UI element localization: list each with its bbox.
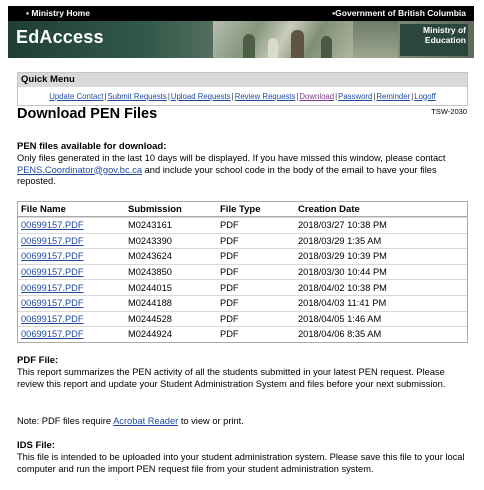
file-type-cell: PDF	[220, 267, 239, 278]
submission-cell: M0243624	[128, 251, 172, 262]
quick-menu-title: Quick Menu	[18, 73, 467, 87]
file-type-cell: PDF	[220, 313, 239, 324]
pdf-file-heading: PDF File:	[17, 355, 59, 366]
file-type-cell: PDF	[220, 220, 239, 231]
menu-separator: |	[296, 91, 299, 101]
table-row: 00699157.PDF M0243390 PDF 2018/03/29 1:3…	[18, 232, 467, 249]
file-download-link[interactable]: 00699157.PDF	[21, 329, 84, 339]
menu-separator: |	[411, 91, 414, 101]
table-row: 00699157.PDF M0243850 PDF 2018/03/30 10:…	[18, 263, 467, 280]
menu-separator: |	[373, 91, 376, 101]
menu-separator: |	[167, 91, 170, 101]
page-title: Download PEN Files	[17, 106, 158, 122]
government-bc-link[interactable]: ▪Government of British Columbia	[332, 8, 466, 18]
menu-separator: |	[104, 91, 107, 101]
banner-header: EdAccess Ministry of Education	[8, 21, 474, 58]
creation-date-cell: 2018/03/30 10:44 PM	[298, 267, 387, 278]
file-download-link[interactable]: 00699157.PDF	[21, 220, 84, 230]
table-row: 00699157.PDF M0244924 PDF 2018/04/06 8:3…	[18, 326, 467, 342]
submission-cell: M0243390	[128, 235, 172, 246]
table-row: 00699157.PDF M0243161 PDF 2018/03/27 10:…	[18, 217, 467, 233]
ids-file-description: This file is intended to be uploaded int…	[17, 452, 465, 474]
banner-photo	[213, 21, 353, 58]
table-row: 00699157.PDF M0244015 PDF 2018/04/02 10:…	[18, 279, 467, 295]
app-title: EdAccess	[16, 27, 104, 47]
creation-date-cell: 2018/03/29 10:39 PM	[298, 251, 387, 262]
available-text-before: Only files generated in the last 10 days…	[17, 153, 446, 163]
menu-separator: |	[335, 91, 338, 101]
banner-photo-right	[353, 21, 398, 58]
table-row: 00699157.PDF M0244188 PDF 2018/04/03 11:…	[18, 294, 467, 311]
menu-logoff[interactable]: Logoff	[414, 92, 436, 101]
column-header-file-type: File Type	[220, 203, 261, 215]
file-download-link[interactable]: 00699157.PDF	[21, 314, 84, 324]
pdf-file-description: This report summarizes the PEN activity …	[17, 367, 446, 389]
column-header-creation-date: Creation Date	[298, 203, 360, 215]
submission-cell: M0244924	[128, 329, 172, 340]
creation-date-cell: 2018/04/06 8:35 AM	[298, 329, 382, 340]
file-download-link[interactable]: 00699157.PDF	[21, 283, 84, 293]
site-banner: ▪ Ministry Home ▪Government of British C…	[8, 6, 474, 58]
file-type-cell: PDF	[220, 329, 239, 340]
pdf-note-after: to view or print.	[178, 416, 244, 426]
menu-download[interactable]: Download	[299, 92, 334, 101]
table-row: 00699157.PDF M0243624 PDF 2018/03/29 10:…	[18, 248, 467, 264]
pdf-note: Note: PDF files require Acrobat Reader t…	[17, 416, 469, 428]
submission-cell: M0244188	[128, 298, 172, 309]
acrobat-reader-link[interactable]: Acrobat Reader	[113, 416, 178, 426]
available-heading: PEN files available for download:	[17, 141, 167, 152]
column-header-file-name: File Name	[21, 203, 66, 215]
file-type-cell: PDF	[220, 282, 239, 293]
pens-coordinator-email-link[interactable]: PENS.Coordinator@gov.bc.ca	[17, 165, 142, 175]
pen-files-table: File Name Submission File Type Creation …	[17, 201, 468, 343]
column-header-submission: Submission	[128, 203, 182, 215]
menu-update-contact[interactable]: Update Contact	[49, 92, 103, 101]
quick-menu-links: Update Contact | Submit Requests | Uploa…	[18, 87, 467, 105]
ministry-home-link[interactable]: ▪ Ministry Home	[26, 8, 90, 18]
menu-submit-requests[interactable]: Submit Requests	[107, 92, 166, 101]
menu-review-requests[interactable]: Review Requests	[235, 92, 296, 101]
page-code: TSW-2030	[431, 107, 467, 116]
creation-date-cell: 2018/03/27 10:38 PM	[298, 220, 387, 231]
ministry-logo-text: Ministry of Education	[423, 25, 466, 45]
table-header: File Name Submission File Type Creation …	[18, 202, 467, 217]
table-row: 00699157.PDF M0244528 PDF 2018/04/05 1:4…	[18, 310, 467, 327]
menu-password[interactable]: Password	[338, 92, 372, 101]
file-type-cell: PDF	[220, 251, 239, 262]
file-download-link[interactable]: 00699157.PDF	[21, 267, 84, 277]
ids-file-heading: IDS File:	[17, 440, 56, 451]
menu-upload-requests[interactable]: Upload Requests	[171, 92, 231, 101]
creation-date-cell: 2018/04/05 1:46 AM	[298, 313, 382, 324]
menu-separator: |	[231, 91, 234, 101]
menu-reminder[interactable]: Reminder	[376, 92, 410, 101]
pdf-note-before: Note: PDF files require	[17, 416, 114, 426]
file-download-link[interactable]: 00699157.PDF	[21, 251, 84, 261]
available-description: Only files generated in the last 10 days…	[17, 153, 469, 188]
quick-menu: Quick Menu Update Contact | Submit Reque…	[17, 72, 468, 106]
submission-cell: M0243850	[128, 267, 172, 278]
creation-date-cell: 2018/04/03 11:41 PM	[298, 298, 387, 309]
file-download-link[interactable]: 00699157.PDF	[21, 236, 84, 246]
file-type-cell: PDF	[220, 235, 239, 246]
submission-cell: M0244015	[128, 282, 172, 293]
banner-top-bar: ▪ Ministry Home ▪Government of British C…	[8, 6, 474, 21]
submission-cell: M0243161	[128, 220, 172, 231]
creation-date-cell: 2018/03/29 1:35 AM	[298, 235, 382, 246]
submission-cell: M0244528	[128, 313, 172, 324]
file-type-cell: PDF	[220, 298, 239, 309]
file-download-link[interactable]: 00699157.PDF	[21, 298, 84, 308]
creation-date-cell: 2018/04/02 10:38 PM	[298, 282, 387, 293]
